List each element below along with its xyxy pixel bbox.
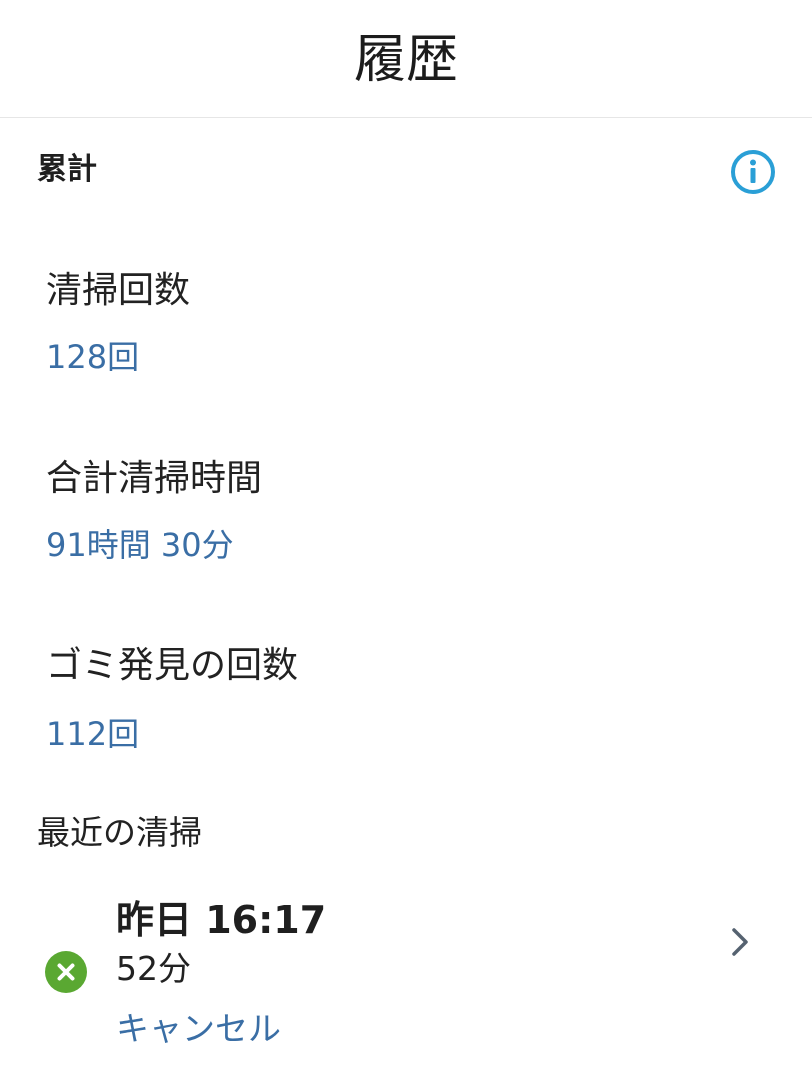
recent-item-time: 昨日 16:17 [116, 898, 327, 942]
stat-label-cleaning-count: 清掃回数 [46, 270, 191, 311]
stat-label-dirt-found-count: ゴミ発見の回数 [46, 645, 299, 686]
stat-value-dirt-found-count: 112回 [46, 715, 140, 753]
info-icon[interactable] [729, 148, 777, 196]
x-circle-icon [44, 950, 88, 994]
stat-value-cleaning-count: 128回 [46, 338, 140, 376]
chevron-right-icon [726, 924, 754, 960]
page-title: 履歴 [353, 30, 458, 90]
recent-item-duration: 52分 [116, 949, 191, 988]
stat-label-total-cleaning-time: 合計清掃時間 [46, 458, 263, 499]
recent-section-title: 最近の清掃 [37, 813, 202, 852]
recent-cleaning-item[interactable]: 昨日 16:17 52分 キャンセル [0, 880, 812, 1060]
app-header: 履歴 [0, 0, 812, 118]
recent-item-status: キャンセル [116, 1009, 281, 1048]
stat-value-total-cleaning-time: 91時間 30分 [46, 526, 234, 564]
totals-section-title: 累計 [37, 152, 97, 187]
